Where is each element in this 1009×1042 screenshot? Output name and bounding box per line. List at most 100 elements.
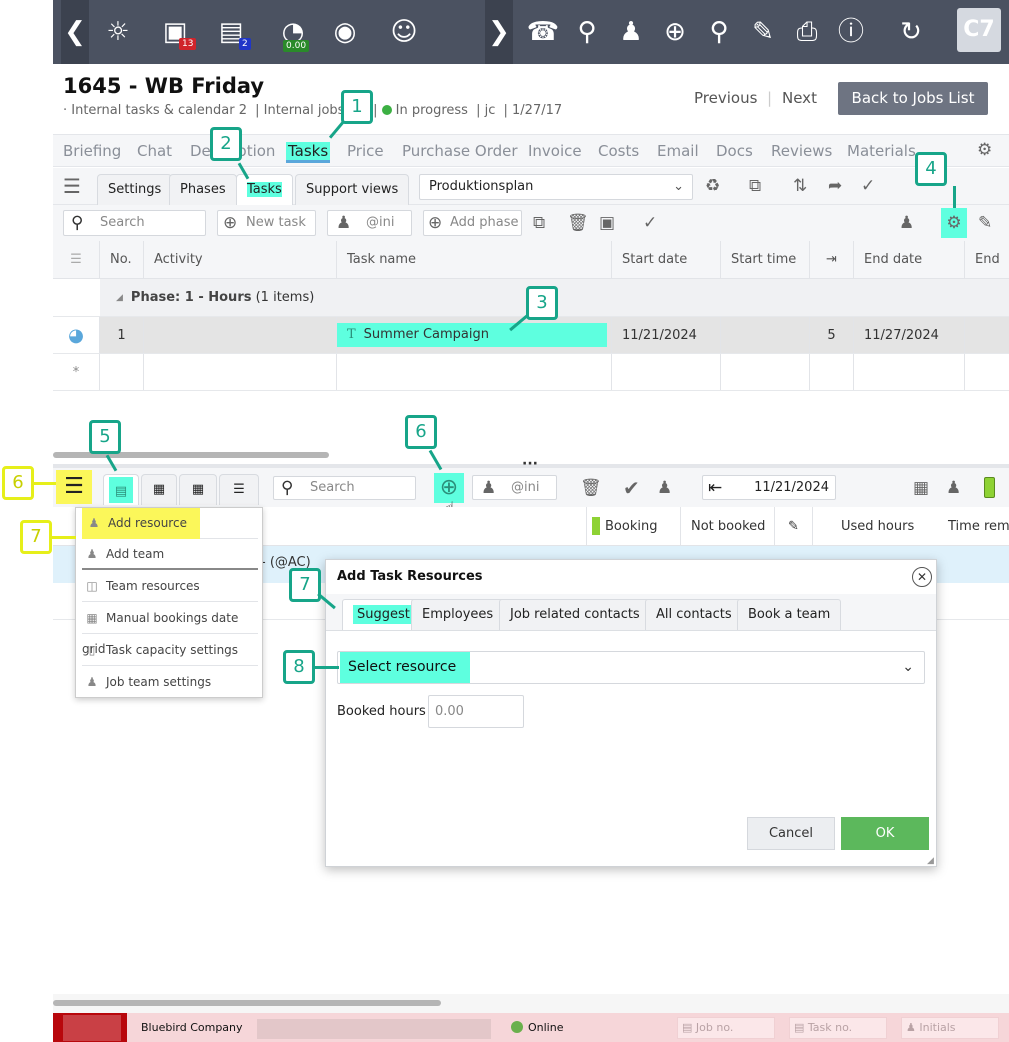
resources-menu-icon[interactable]: ☰: [56, 470, 92, 504]
resource-search-input[interactable]: ⚲ Search: [273, 476, 416, 500]
cell-activity[interactable]: [144, 317, 337, 353]
back-arrow-icon[interactable]: ❮: [57, 14, 93, 50]
resource-initials-input[interactable]: ♟ @ini: [472, 475, 557, 500]
clipboard-icon[interactable]: ▤ 2: [213, 14, 251, 50]
export-icon[interactable]: ➦: [828, 176, 842, 196]
col-not-booked[interactable]: Not booked: [680, 507, 774, 546]
col-used-hours[interactable]: Used hours: [812, 507, 934, 546]
cell-start-time[interactable]: [721, 317, 810, 353]
clipboard-check-icon[interactable]: ✓: [643, 213, 657, 233]
bell-icon[interactable]: ☎: [525, 14, 561, 50]
edit-icon[interactable]: ✎: [978, 213, 992, 233]
cell-blank[interactable]: [810, 354, 854, 390]
next-link[interactable]: Next: [782, 89, 817, 107]
tab-materials[interactable]: Materials: [847, 142, 916, 160]
cancel-button[interactable]: Cancel: [747, 817, 835, 850]
add-person-icon[interactable]: ♟: [946, 478, 961, 498]
refresh-icon[interactable]: ↻: [893, 14, 929, 50]
sort-list-icon[interactable]: ⇅: [793, 176, 807, 196]
task-status-icon[interactable]: ◕: [53, 317, 100, 353]
tab-purchase-order[interactable]: Purchase Order: [402, 142, 518, 160]
compass-icon[interactable]: ☼: [100, 14, 136, 50]
cell-blank[interactable]: [100, 354, 144, 390]
tab-reviews[interactable]: Reviews: [771, 142, 832, 160]
search-icon[interactable]: ⚲: [701, 14, 737, 50]
tab-briefing[interactable]: Briefing: [63, 142, 121, 160]
settings-gear-icon[interactable]: ⚙: [977, 140, 992, 160]
menu-add-resource[interactable]: ♟ Add resource: [82, 508, 258, 539]
subtab-settings[interactable]: Settings: [97, 174, 173, 205]
new-task-button[interactable]: ⊕ New task: [217, 210, 316, 236]
menu-job-team-settings[interactable]: ♟ Job team settings: [82, 667, 258, 698]
gantt-view-icon[interactable]: ☰: [219, 474, 259, 505]
trash-icon[interactable]: 🗑: [580, 478, 602, 498]
booked-hours-input[interactable]: 0.00: [428, 695, 524, 728]
task-resources-icon[interactable]: ⚙: [941, 208, 967, 238]
cell-duration[interactable]: 5: [810, 317, 854, 353]
add-search-icon[interactable]: ⊕: [657, 14, 693, 50]
add-person-icon[interactable]: ♟: [899, 213, 914, 233]
menu-manual-bookings[interactable]: ▦ Manual bookings date grid: [82, 603, 258, 656]
collapse-triangle-icon[interactable]: ◢: [116, 293, 123, 303]
tab-chat[interactable]: Chat: [137, 142, 172, 160]
col-end-time[interactable]: End ti: [965, 241, 1009, 305]
cell-blank[interactable]: [721, 354, 810, 390]
view-list-tab[interactable]: ▤: [103, 474, 139, 505]
edit-form-icon[interactable]: ✎: [745, 14, 781, 50]
subtab-phases[interactable]: Phases: [169, 174, 237, 205]
grid-view-icon[interactable]: ▦: [141, 474, 177, 505]
ok-button[interactable]: OK: [841, 817, 929, 850]
copy-icon[interactable]: ⧉: [533, 213, 545, 233]
pin-tool-icon[interactable]: ✎: [774, 507, 812, 546]
masks-icon[interactable]: ☺: [386, 14, 422, 50]
cell-end-date[interactable]: 11/27/2024: [854, 317, 965, 353]
people-icon[interactable]: ♟: [613, 14, 649, 50]
cell-blank[interactable]: [337, 354, 612, 390]
cell-blank[interactable]: [144, 354, 337, 390]
date-picker[interactable]: ⇤ 11/21/2024: [702, 475, 836, 500]
print-icon[interactable]: ⎙: [789, 14, 825, 50]
col-end-date[interactable]: End date: [854, 241, 965, 279]
user-check-icon[interactable]: ♟: [657, 478, 672, 498]
resize-grip-icon[interactable]: ◢: [927, 856, 934, 866]
dialog-tab-all-contacts[interactable]: All contacts: [645, 599, 743, 630]
col-start-time[interactable]: Start time: [721, 241, 810, 279]
approve-doc-icon[interactable]: ✓: [861, 176, 875, 196]
col-booking[interactable]: Booking: [586, 507, 680, 546]
tab-costs[interactable]: Costs: [598, 142, 639, 160]
assign-initials-input[interactable]: ♟ @ini: [327, 210, 412, 236]
subtab-tasks[interactable]: Tasks: [236, 174, 293, 205]
cell-end-time[interactable]: [965, 317, 1009, 353]
col-duration[interactable]: ⇥: [810, 241, 854, 279]
col-task-name[interactable]: Task name: [337, 241, 612, 279]
check-circle-icon[interactable]: ✔: [623, 478, 640, 498]
target-icon[interactable]: ◉: [327, 14, 363, 50]
task-no-input[interactable]: ▤ Task no.: [789, 1017, 887, 1039]
calendar-view-icon[interactable]: ▦: [179, 474, 217, 505]
close-icon[interactable]: ✕: [912, 567, 932, 587]
previous-link[interactable]: Previous: [694, 89, 757, 107]
pie-timer-icon[interactable]: ◔ 0.00: [275, 14, 311, 52]
cell-start-date[interactable]: 11/21/2024: [612, 317, 721, 353]
tab-invoice[interactable]: Invoice: [528, 142, 582, 160]
add-phase-button[interactable]: ⊕ Add phase: [423, 210, 522, 236]
paste-delete-icon[interactable]: 🗑: [567, 213, 589, 233]
subtab-support-views[interactable]: Support views: [295, 174, 410, 205]
col-start-date[interactable]: Start date: [612, 241, 721, 279]
job-no-input[interactable]: ▤ Job no.: [677, 1017, 775, 1039]
row-menu-icon[interactable]: ☰: [53, 241, 100, 279]
select-resource-dropdown[interactable]: Select resource ⌄: [337, 651, 925, 684]
table-row[interactable]: ◕ 1 T Summer Campaign 11/21/2024 5 11/27/…: [53, 317, 1009, 354]
hamburger-menu-icon[interactable]: ☰: [63, 176, 81, 196]
inbox-icon[interactable]: ▣ 13: [157, 14, 197, 50]
search-input[interactable]: ⚲ Search: [63, 210, 206, 236]
horizontal-scrollbar[interactable]: [53, 1000, 441, 1006]
menu-team-resources[interactable]: ◫ Team resources: [82, 571, 258, 602]
cell-task-name[interactable]: T Summer Campaign: [337, 317, 612, 353]
col-time-remaining[interactable]: Time rema: [934, 507, 1009, 546]
tab-price[interactable]: Price: [347, 142, 384, 160]
tab-tasks[interactable]: Tasks: [286, 142, 331, 163]
window-icon[interactable]: ▣: [599, 213, 615, 233]
forward-arrow-icon[interactable]: ❯: [481, 14, 517, 50]
dialog-tab-employees[interactable]: Employees: [411, 599, 505, 630]
